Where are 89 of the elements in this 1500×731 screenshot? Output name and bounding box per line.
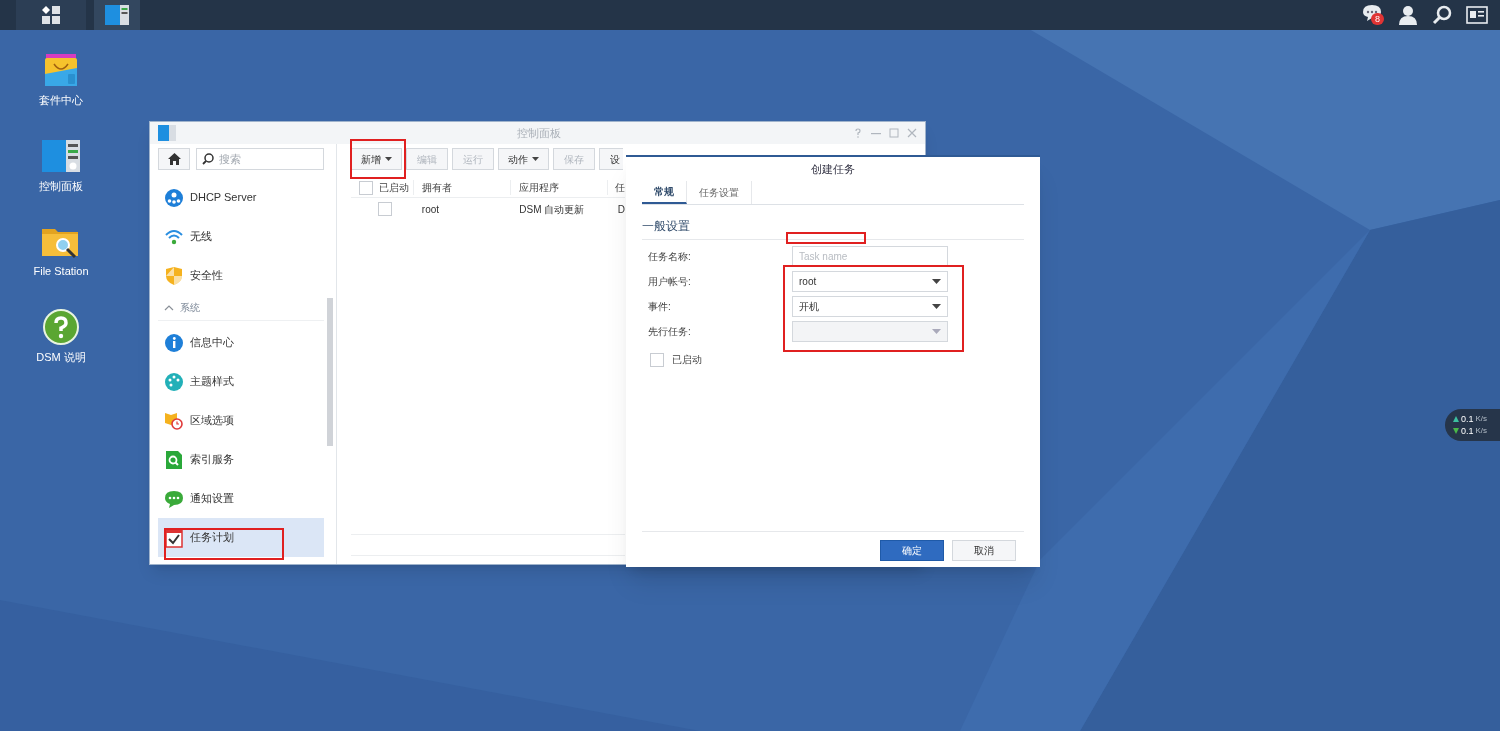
info-icon	[164, 332, 184, 353]
sidebar-item[interactable]: 通知设置	[158, 479, 324, 518]
sidebar-item[interactable]: 无线	[158, 217, 324, 256]
download-arrow-icon	[1453, 428, 1459, 434]
dropdown-field[interactable]: root	[792, 271, 948, 292]
row-checkbox[interactable]	[378, 202, 392, 216]
control-panel-icon	[105, 5, 129, 25]
caret-icon	[932, 279, 941, 284]
column-header[interactable]: 拥有者	[413, 180, 510, 195]
select-all-checkbox[interactable]	[359, 180, 373, 195]
window-title: 控制面板	[517, 125, 561, 141]
table-cell-text: root	[420, 202, 441, 217]
toolbar-button[interactable]: 新增	[351, 148, 402, 170]
tab[interactable]: 任务设置	[687, 181, 752, 204]
dropdown-field[interactable]: 开机	[792, 296, 948, 317]
table-cell-text: D	[616, 202, 625, 217]
sidebar-item[interactable]: 主题样式	[158, 362, 324, 401]
enabled-checkbox[interactable]	[650, 352, 664, 367]
sidebar-item-label: 区域选项	[190, 413, 234, 429]
column-header[interactable]: 已启动	[373, 180, 414, 195]
search-document-icon	[164, 449, 184, 470]
control-panel-icon	[158, 125, 176, 141]
desktop-icon-label[interactable]: File Station	[33, 263, 89, 280]
desktop-icon-label[interactable]: 控制面板	[39, 177, 83, 194]
upload-arrow-icon	[1453, 416, 1459, 422]
sidebar-item-label: 通知设置	[190, 491, 234, 507]
sidebar-item-label: 任务计划	[190, 530, 234, 546]
notification-badge: 8	[1371, 13, 1384, 25]
map-clock-icon	[164, 410, 184, 431]
column-header[interactable]: 应用程序	[509, 180, 607, 195]
sidebar-item[interactable]: 区域选项	[158, 401, 324, 440]
user-icon[interactable]	[1398, 5, 1418, 25]
caret-icon	[932, 329, 941, 334]
sidebar-item[interactable]: DHCP Server	[158, 178, 324, 217]
sidebar-item[interactable]: 信息中心	[158, 323, 324, 362]
sidebar-item-label: 安全性	[190, 268, 223, 284]
home-icon	[167, 153, 181, 165]
shield-icon	[164, 265, 184, 286]
network-hub-icon	[164, 187, 184, 208]
task-name-field[interactable]: Task name	[792, 246, 948, 267]
column-header[interactable]: 任	[607, 180, 625, 195]
toolbar-button[interactable]: 动作	[498, 148, 549, 170]
highlight-frame	[350, 139, 406, 179]
search-icon	[202, 153, 214, 165]
section-heading: 系统	[180, 301, 200, 315]
desktop-icon-label[interactable]: 套件中心	[39, 92, 83, 109]
scrollbar-thumb[interactable]	[327, 298, 333, 446]
control-panel-taskbar-button[interactable]	[94, 0, 140, 30]
dialog-button[interactable]: 确定	[880, 540, 944, 561]
palette-icon	[164, 371, 184, 392]
search-field[interactable]: 搜索	[196, 148, 324, 170]
speed-reading: 0.1	[1461, 425, 1474, 437]
search-icon[interactable]	[1432, 5, 1452, 25]
dialog-button[interactable]: 取消	[952, 540, 1016, 561]
sidebar-item-label: 索引服务	[190, 452, 234, 468]
speed-reading: 0.1	[1461, 413, 1474, 425]
calendar-check-icon	[164, 527, 184, 548]
help-icon	[43, 308, 79, 345]
grid-icon	[42, 6, 60, 24]
control-panel-icon	[42, 139, 80, 174]
home-button[interactable]	[158, 148, 190, 170]
main-menu-button[interactable]	[16, 0, 86, 30]
help-icon[interactable]	[853, 128, 863, 138]
tab[interactable]: 常规	[642, 181, 687, 204]
sidebar-item-label: 无线	[190, 229, 212, 245]
sidebar-item[interactable]: 安全性	[158, 256, 324, 295]
field-label: 先行任务:	[648, 325, 692, 339]
close-icon[interactable]	[907, 128, 917, 138]
speed-unit: K/s	[1475, 413, 1488, 425]
field-label: 任务名称:	[648, 250, 692, 264]
section-heading: 一般设置	[642, 219, 690, 233]
maximize-icon[interactable]	[889, 128, 899, 138]
speed-unit: K/s	[1475, 425, 1488, 437]
id-card-icon[interactable]	[1466, 6, 1488, 24]
desktop-icon-label[interactable]: DSM 说明	[36, 348, 86, 365]
sidebar-item-label: 信息中心	[190, 335, 234, 351]
sidebar-item[interactable]: 任务计划	[158, 518, 324, 557]
checkbox-label: 已启动	[672, 353, 702, 367]
collapse-chevron-icon[interactable]	[164, 304, 174, 311]
caret-icon	[932, 304, 941, 309]
table-cell-text: DSM 自动更新	[518, 202, 586, 217]
sidebar-item-label: DHCP Server	[190, 190, 257, 206]
field-label: 用户帐号:	[648, 275, 692, 289]
dialog-title: 创建任务	[811, 161, 855, 177]
toolbar-button[interactable]: 设	[599, 148, 623, 170]
field-label: 事件:	[648, 300, 672, 314]
chat-bubble-icon	[164, 488, 184, 509]
sidebar-item-label: 主题样式	[190, 374, 234, 390]
sidebar-item[interactable]: 索引服务	[158, 440, 324, 479]
